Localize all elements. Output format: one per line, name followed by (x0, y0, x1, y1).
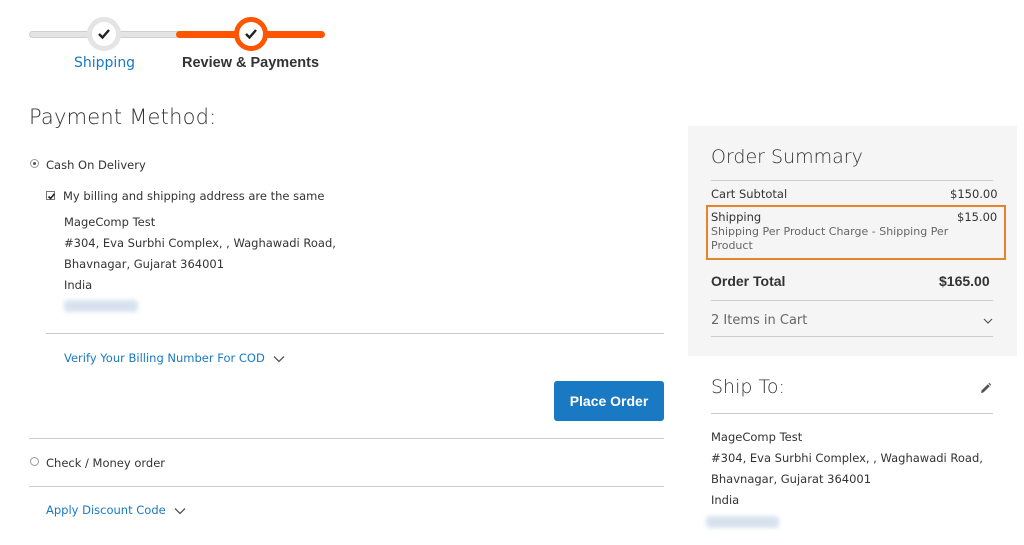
edit-pencil-icon[interactable] (979, 382, 992, 395)
step-review-label: Review & Payments (182, 55, 320, 71)
chevron-down-icon (174, 507, 186, 514)
checkout-progress-bar: Shipping Review & Payments (0, 0, 340, 80)
payment-method-title: Payment Method: (29, 105, 217, 129)
divider (711, 413, 993, 414)
step-review-marker (234, 17, 268, 51)
ship-to-name: MageComp Test (711, 430, 803, 444)
divider (711, 300, 993, 301)
billing-country: India (64, 278, 93, 292)
subtotal-value: $150.00 (950, 187, 998, 201)
verify-billing-number-label: Verify Your Billing Number For COD (64, 351, 265, 365)
order-total-value: $165.00 (939, 273, 990, 289)
shipping-value: $15.00 (957, 210, 998, 224)
divider (46, 333, 664, 334)
cod-radio[interactable] (30, 159, 39, 168)
step-shipping-label[interactable]: Shipping (74, 55, 135, 71)
same-address-label[interactable]: My billing and shipping address are the … (63, 189, 324, 203)
step-shipping-marker (87, 17, 121, 51)
subtotal-label: Cart Subtotal (711, 187, 788, 201)
divider (29, 486, 664, 487)
chevron-down-icon[interactable] (983, 318, 993, 324)
billing-line1: #304, Eva Surbhi Complex, , Waghawadi Ro… (64, 236, 336, 250)
apply-discount-label: Apply Discount Code (46, 503, 166, 517)
order-total-label: Order Total (711, 273, 786, 289)
ship-to-country: India (711, 493, 740, 507)
billing-name: MageComp Test (64, 215, 156, 229)
shipping-label: Shipping (711, 210, 762, 224)
divider (711, 336, 993, 337)
divider (711, 180, 993, 181)
verify-billing-number-link[interactable]: Verify Your Billing Number For COD (64, 351, 285, 365)
billing-phone-redacted (64, 300, 138, 312)
check-money-label[interactable]: Check / Money order (46, 456, 165, 470)
ship-to-phone-redacted (706, 516, 779, 528)
chevron-down-icon (273, 355, 285, 362)
apply-discount-link[interactable]: Apply Discount Code (46, 503, 186, 517)
shipping-method: Shipping Per Product Charge - Shipping P… (711, 225, 949, 252)
check-money-radio[interactable] (30, 457, 39, 466)
ship-to-line1: #304, Eva Surbhi Complex, , Waghawadi Ro… (711, 451, 983, 465)
same-address-checkbox[interactable] (46, 191, 56, 200)
checkmark-icon (245, 29, 257, 40)
cod-label[interactable]: Cash On Delivery (46, 158, 146, 172)
order-summary-title: Order Summary (711, 146, 863, 168)
ship-to-line2: Bhavnagar, Gujarat 364001 (711, 472, 872, 486)
divider (29, 438, 664, 439)
check-icon (47, 193, 56, 200)
place-order-button[interactable]: Place Order (554, 381, 664, 421)
ship-to-title: Ship To: (711, 376, 785, 398)
items-in-cart-toggle[interactable]: 2 Items in Cart (711, 313, 807, 328)
billing-line2: Bhavnagar, Gujarat 364001 (64, 257, 225, 271)
checkmark-icon (98, 29, 110, 40)
